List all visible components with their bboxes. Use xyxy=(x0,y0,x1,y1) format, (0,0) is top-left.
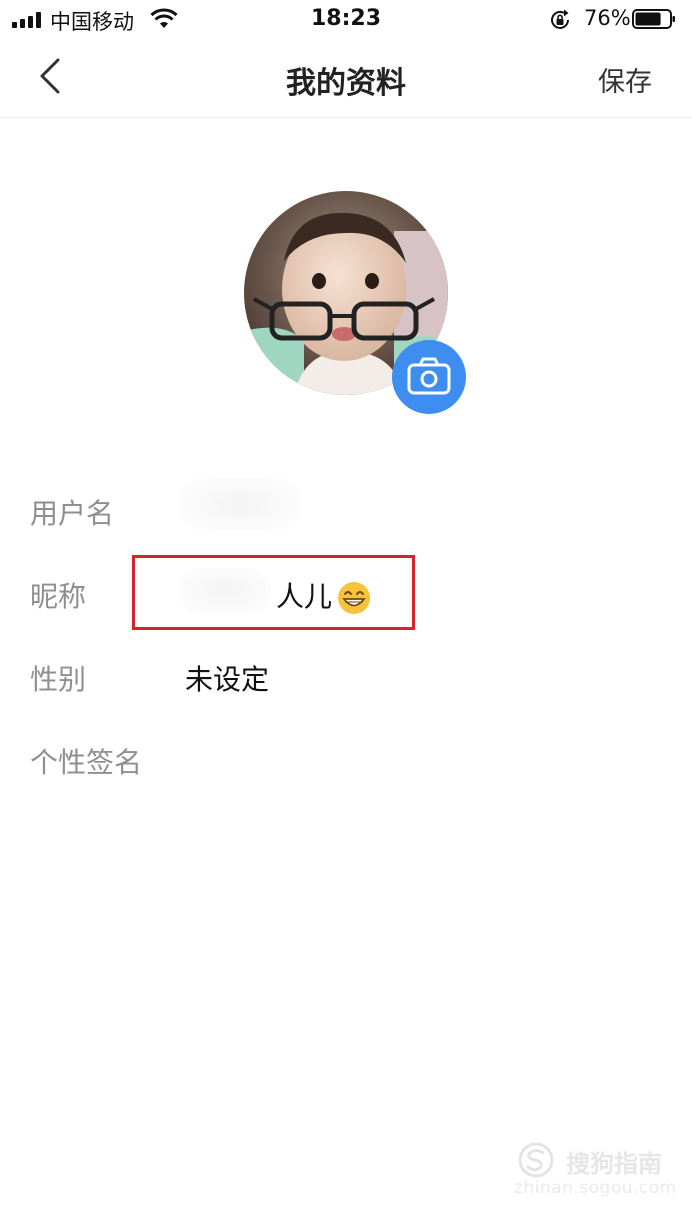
status-bar: 中国移动 18:23 76% xyxy=(0,0,692,40)
save-button[interactable]: 保存 xyxy=(598,60,652,99)
watermark-brand: 搜狗指南 xyxy=(566,1150,662,1178)
gender-value[interactable]: 未设定 xyxy=(185,658,269,698)
sogou-logo-icon xyxy=(518,1142,554,1178)
signature-label: 个性签名 xyxy=(30,746,143,779)
battery-percent: 76% xyxy=(584,6,631,30)
username-label: 用户名 xyxy=(30,497,115,530)
battery-icon xyxy=(632,9,675,29)
nickname-label: 昵称 xyxy=(30,580,87,613)
watermark-url: zhinan.sogou.com xyxy=(514,1178,677,1198)
page-title: 我的资料 xyxy=(286,66,406,101)
rotation-lock-icon xyxy=(551,9,569,29)
gender-label: 性别 xyxy=(30,663,87,696)
sogou-watermark: 搜狗指南 zhinan.sogou.com xyxy=(514,1142,677,1204)
camera-button[interactable] xyxy=(392,340,466,414)
camera-icon xyxy=(407,357,451,395)
annotation-highlight-box xyxy=(132,555,415,630)
nav-bar: 我的资料 保存 xyxy=(0,40,692,118)
username-value-blurred xyxy=(180,478,300,530)
